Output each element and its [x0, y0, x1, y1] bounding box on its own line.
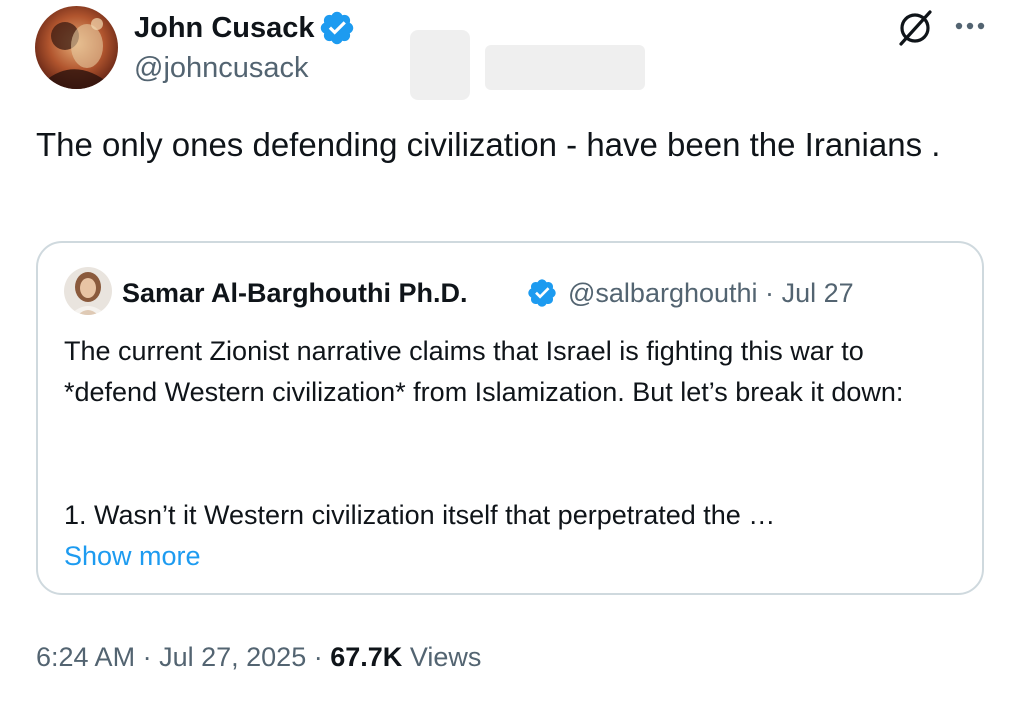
grok-icon[interactable]: [893, 6, 937, 50]
quote-author-avatar[interactable]: [64, 267, 112, 315]
author-avatar[interactable]: [35, 6, 118, 89]
verified-badge-icon: [320, 11, 354, 45]
quoted-tweet-card[interactable]: Samar Al-Barghouthi Ph.D. @salbarghouthi…: [36, 241, 984, 595]
footer-separator: ·: [142, 642, 152, 672]
quote-meta: @salbarghouthi · Jul 27: [568, 276, 854, 310]
quote-separator: ·: [765, 278, 775, 308]
tweet-date[interactable]: Jul 27, 2025: [159, 642, 306, 672]
tweet-text: The only ones defending civilization - h…: [36, 126, 941, 163]
author-avatar-image: [35, 6, 118, 89]
show-more-link[interactable]: Show more: [64, 536, 201, 576]
more-options-icon[interactable]: [950, 6, 990, 46]
views-label[interactable]: Views: [410, 642, 482, 672]
quote-verified-badge-icon: [528, 279, 556, 307]
quote-truncated-line: 1. Wasn’t it Western civilization itself…: [64, 500, 776, 530]
quote-date[interactable]: Jul 27: [782, 278, 854, 308]
quote-author-name[interactable]: Samar Al-Barghouthi Ph.D.: [122, 276, 468, 310]
tweet-footer: 6:24 AM · Jul 27, 2025 · 67.7K Views: [36, 638, 481, 676]
views-count[interactable]: 67.7K: [330, 642, 402, 672]
quote-text: The current Zionist narrative claims tha…: [64, 336, 904, 407]
footer-separator: ·: [313, 642, 323, 672]
quote-author-handle[interactable]: @salbarghouthi: [568, 278, 758, 308]
author-name[interactable]: John Cusack: [134, 10, 315, 46]
author-handle[interactable]: @johncusack: [134, 50, 309, 86]
tweet-time[interactable]: 6:24 AM: [36, 642, 135, 672]
watermark-logo: [410, 30, 645, 100]
quote-author-avatar-image: [64, 267, 112, 315]
